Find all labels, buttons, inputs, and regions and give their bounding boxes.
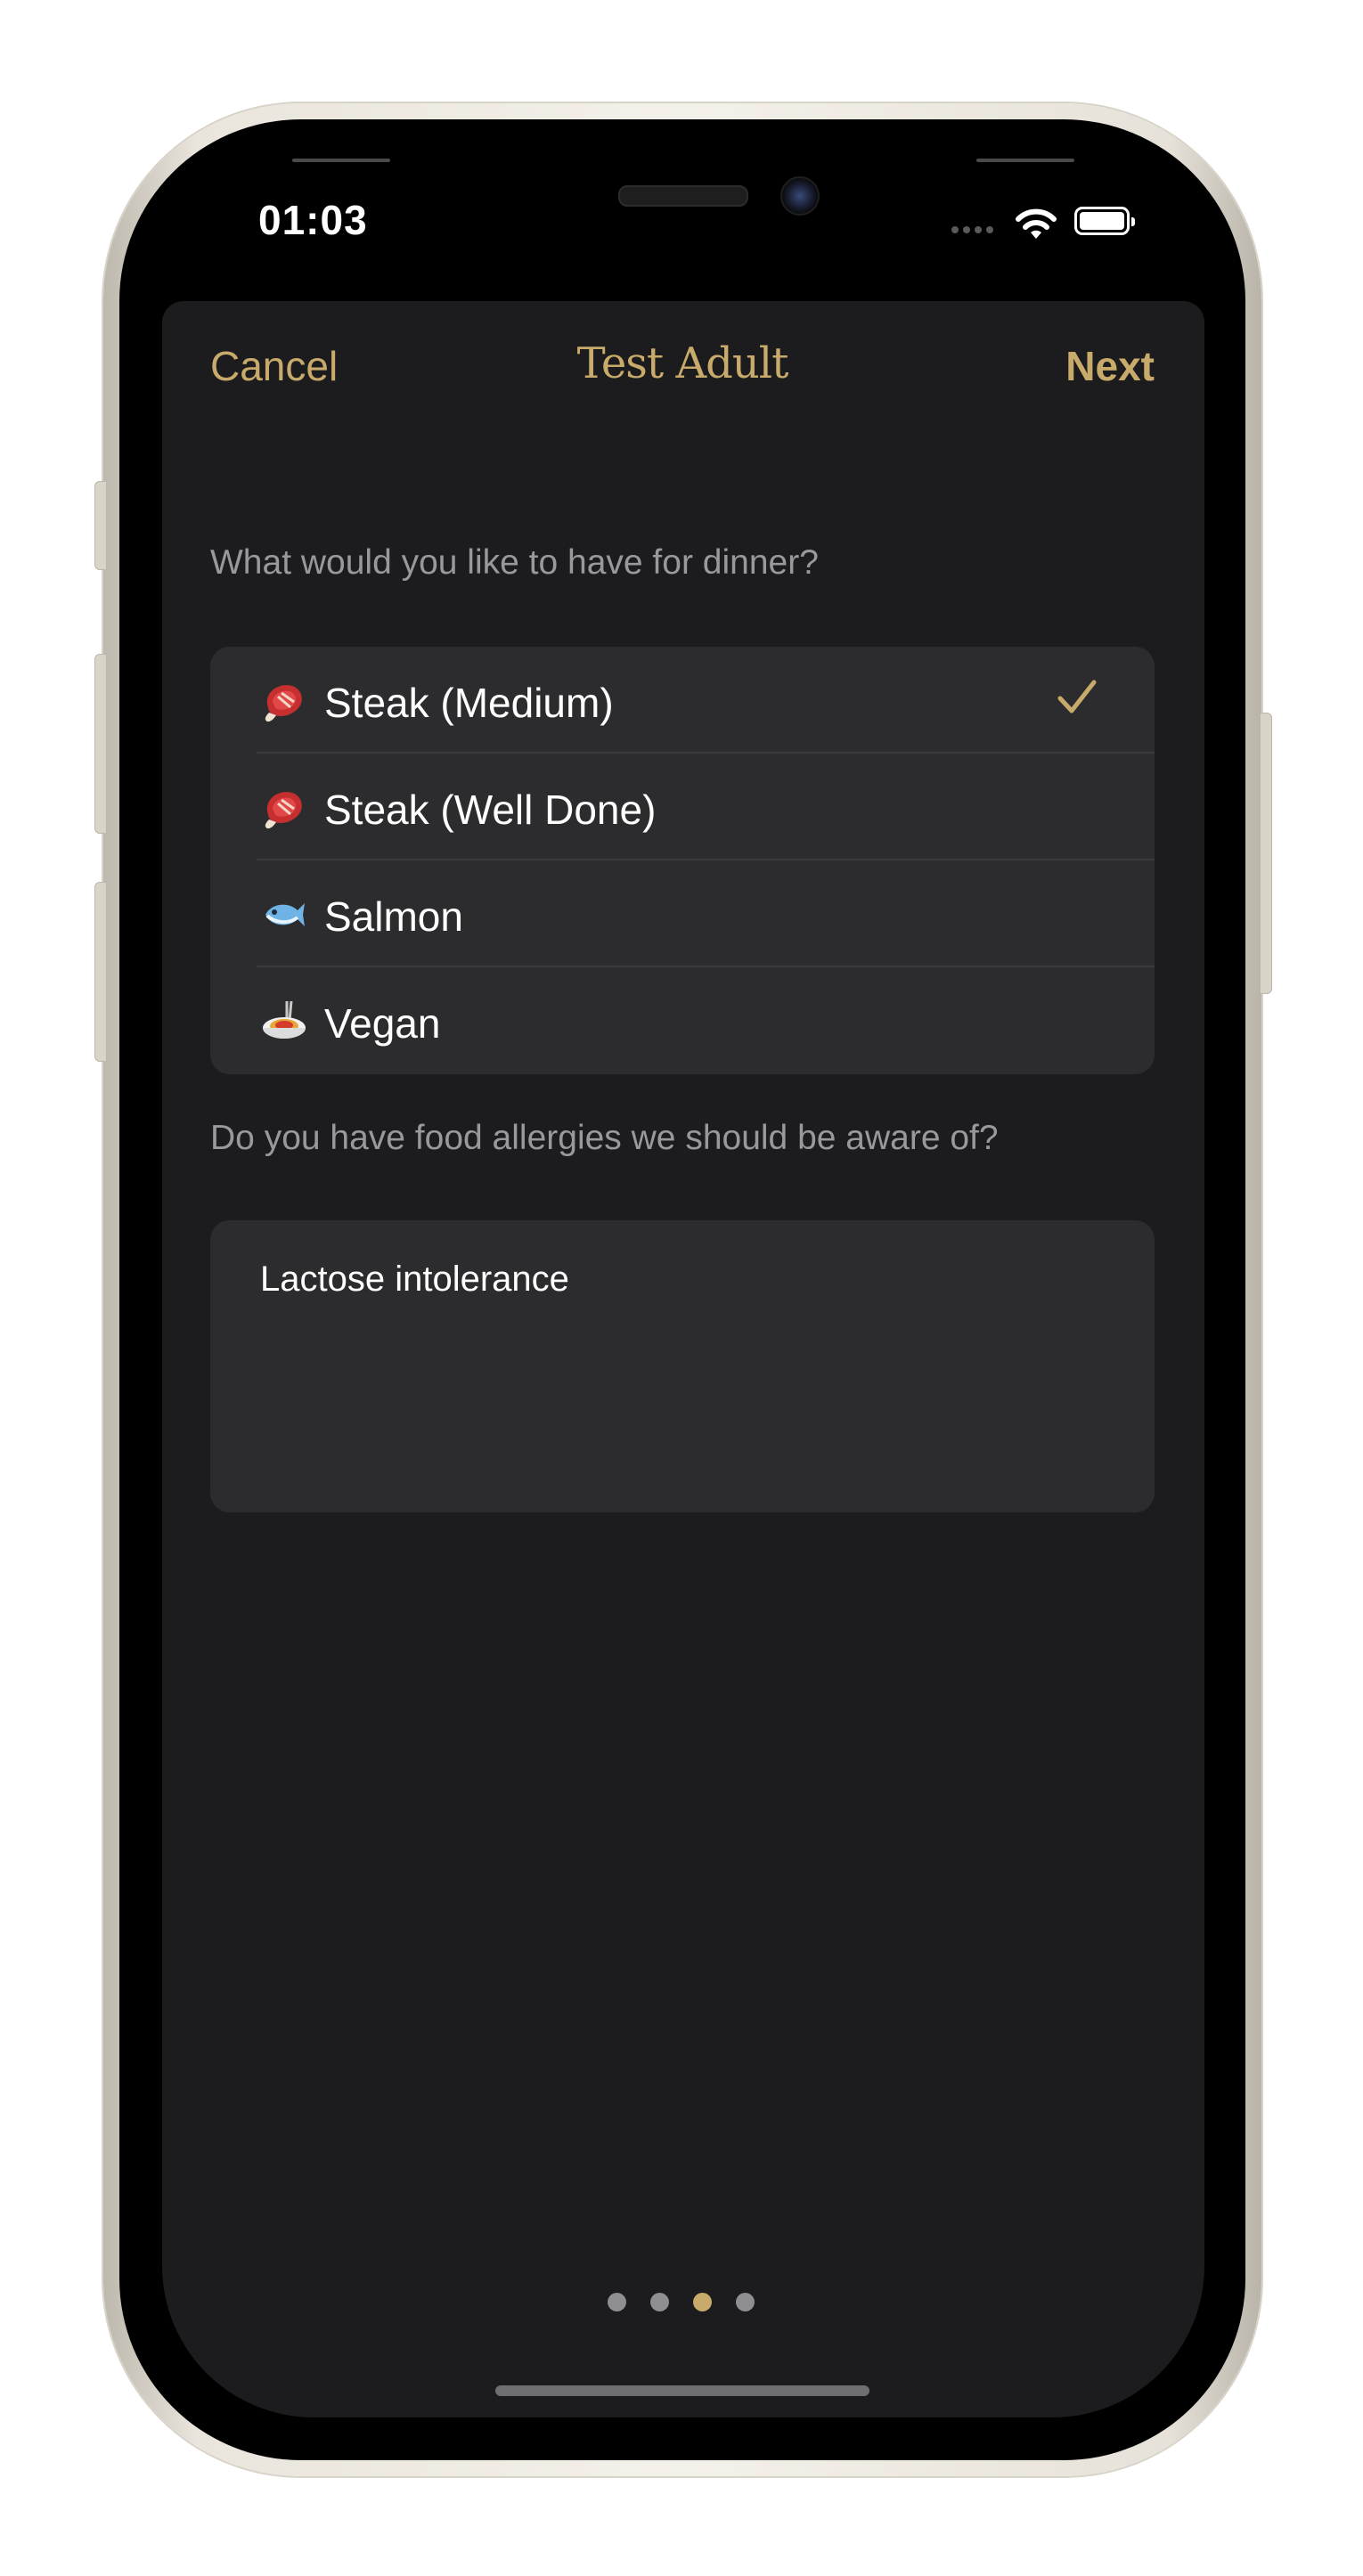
antenna-line [292,159,390,162]
option-label: Salmon [324,893,463,940]
option-label: Steak (Well Done) [324,787,657,833]
page-dot-current[interactable] [693,2293,712,2311]
allergies-text-value: Lactose intolerance [260,1259,569,1299]
meat-icon [265,792,302,829]
option-label: Vegan [324,1000,441,1047]
dinner-options-list: Steak (Medium) Steak (Well Done) Salmon [210,647,1155,1074]
power-button [1260,713,1272,994]
dinner-question: What would you like to have for dinner? [210,543,819,582]
front-camera [780,176,820,216]
option-label: Steak (Medium) [324,680,614,726]
allergies-question: Do you have food allergies we should be … [210,1119,999,1157]
cancel-button[interactable]: Cancel [210,342,338,390]
battery-icon [1074,207,1135,235]
wifi-icon [1016,208,1057,239]
home-indicator[interactable] [495,2385,869,2396]
page-dot[interactable] [736,2293,755,2311]
fish-icon [265,903,305,926]
antenna-line [976,159,1074,162]
volume-up-button [94,654,107,834]
spaghetti-icon [263,1000,306,1039]
status-time: 01:03 [258,197,368,243]
page-indicator[interactable] [608,2293,755,2311]
option-vegan[interactable]: Vegan [210,967,1155,1074]
volume-down-button [94,882,107,1062]
page-title: Test Adult [576,338,789,388]
action-button [94,481,107,570]
page-dot[interactable] [650,2293,669,2311]
cellular-signal-icon [951,226,993,233]
option-salmon[interactable]: Salmon [210,860,1155,967]
earpiece-speaker [618,185,748,207]
page-dot[interactable] [608,2293,626,2311]
meat-icon [265,685,302,722]
allergies-text-field[interactable]: Lactose intolerance [210,1220,1155,1512]
checkmark-icon [1057,680,1097,713]
option-steak-medium[interactable]: Steak (Medium) [210,647,1155,754]
next-button[interactable]: Next [1065,342,1155,390]
option-steak-well-done[interactable]: Steak (Well Done) [210,754,1155,860]
